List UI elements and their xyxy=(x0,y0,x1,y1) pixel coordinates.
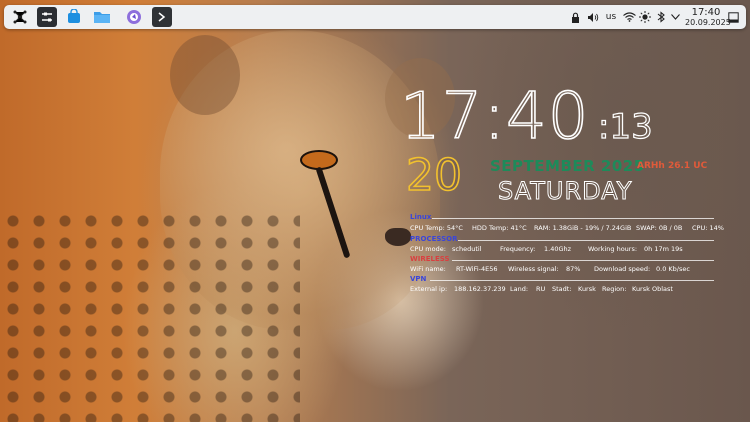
ram-usage: RAM: 1.38GiB - 19% / 7.24GiB xyxy=(534,224,632,232)
divider xyxy=(458,240,714,241)
keyboard-layout-indicator[interactable]: us xyxy=(604,9,618,25)
wallpaper-cheetah-nose xyxy=(385,228,411,246)
discover-store-icon[interactable] xyxy=(64,7,84,27)
land-value: RU xyxy=(536,285,546,293)
wireless-signal-label: Wireless signal: xyxy=(508,265,559,273)
wifi-icon[interactable] xyxy=(622,9,636,25)
divider xyxy=(430,280,714,281)
wifi-name-label: WiFi name: xyxy=(410,265,446,273)
cpu-usage: CPU: 14% xyxy=(692,224,724,232)
brightness-icon[interactable] xyxy=(638,9,652,25)
wireless-signal-value: 87% xyxy=(566,265,581,273)
show-desktop-icon[interactable] xyxy=(726,9,740,25)
download-speed-label: Download speed: xyxy=(594,265,651,273)
chevron-down-icon[interactable] xyxy=(669,9,681,25)
top-panel: us 17:40 20.09.2025 xyxy=(4,5,746,29)
cpu-mode-label: CPU mode: xyxy=(410,245,446,253)
section-title-vpn: VPN xyxy=(410,275,427,283)
cpu-temp: CPU Temp: 54°C xyxy=(410,224,463,232)
hdd-temp: HDD Temp: 41°C xyxy=(472,224,527,232)
conky-month-year: SEPTEMBER 2025 xyxy=(490,157,645,175)
volume-icon[interactable] xyxy=(586,9,600,25)
browser-icon[interactable] xyxy=(124,7,144,27)
external-ip-label: External ip: xyxy=(410,285,448,293)
frequency-label: Frequency: xyxy=(500,245,536,253)
divider xyxy=(452,260,714,261)
region-label: Region: xyxy=(602,285,627,293)
stadt-label: Stadt: xyxy=(552,285,572,293)
lock-icon[interactable] xyxy=(570,9,580,25)
app-launcher-icon[interactable] xyxy=(10,7,30,27)
cpu-mode-value: schedutil xyxy=(452,245,482,253)
conky-seconds: :13 xyxy=(597,106,653,147)
wallpaper-spots xyxy=(0,210,300,422)
land-label: Land: xyxy=(510,285,529,293)
settings-sliders-icon[interactable] xyxy=(37,7,57,27)
file-manager-icon[interactable] xyxy=(92,7,112,27)
terminal-icon[interactable] xyxy=(152,7,172,27)
conky-location: ARHh 26.1 UC xyxy=(637,161,708,171)
conky-time: 17:40 xyxy=(399,80,590,154)
region-value: Kursk Oblast xyxy=(632,285,673,293)
working-hours-value: 0h 17m 19s xyxy=(644,245,683,253)
desktop-wallpaper xyxy=(0,0,750,422)
conky-weekday: SATURDAY xyxy=(497,177,633,206)
download-speed-value: 0.0 Kb/sec xyxy=(656,265,690,273)
section-title-wireless: WIRELESS xyxy=(410,255,450,263)
panel-clock-date[interactable]: 20.09.2025 xyxy=(685,18,731,27)
wifi-name-value: RT-WiFi-4E56 xyxy=(456,265,498,273)
frequency-value: 1.40Ghz xyxy=(544,245,572,253)
section-title-linux: Linux xyxy=(410,213,432,221)
panel-clock-time[interactable]: 17:40 xyxy=(685,8,727,18)
wallpaper-cheetah-ear xyxy=(170,35,240,115)
bluetooth-icon[interactable] xyxy=(654,9,668,25)
conky-day: 20 xyxy=(405,150,463,201)
divider xyxy=(432,218,714,219)
external-ip-value: 188.162.37.239 xyxy=(454,285,506,293)
working-hours-label: Working hours: xyxy=(588,245,638,253)
swap-usage: SWAP: 0B / 0B xyxy=(636,224,683,232)
section-title-processor: PROCESSOR xyxy=(410,235,458,243)
stadt-value: Kursk xyxy=(578,285,596,293)
